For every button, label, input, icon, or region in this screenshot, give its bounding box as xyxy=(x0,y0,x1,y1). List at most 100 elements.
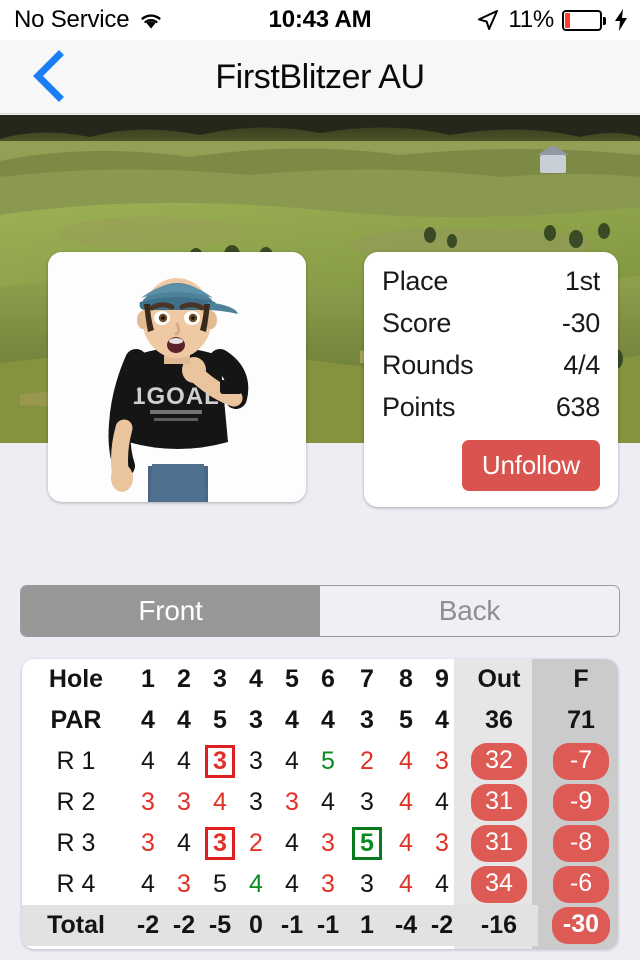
stat-row-place: Place 1st xyxy=(382,266,600,308)
score-cell: 3 xyxy=(310,864,346,905)
score-value: 4 xyxy=(285,747,299,775)
battery-percent-label: 11% xyxy=(508,6,554,33)
table-row-round: R 1 4 4 3 3 4 5 2 4 3 32 -7 xyxy=(22,741,618,782)
par-4: 3 xyxy=(249,706,263,734)
navigation-bar: FirstBlitzer AU xyxy=(0,40,640,114)
total-final-pill: -30 xyxy=(551,907,611,944)
status-bar: No Service 10:43 AM 11% xyxy=(0,0,640,40)
total-label: Total xyxy=(22,905,130,946)
round-label: R 1 xyxy=(56,747,96,775)
score-value: 3 xyxy=(177,788,191,816)
score-cell: 3 xyxy=(424,823,460,864)
par-out: 36 xyxy=(485,706,513,734)
eagle-box: 3 xyxy=(205,826,235,861)
score-cell: 5 xyxy=(202,864,238,905)
score-value: 3 xyxy=(141,788,155,816)
score-value: 4 xyxy=(435,870,449,898)
round-final-cell: -8 xyxy=(538,823,618,864)
par-2: 4 xyxy=(177,706,191,734)
score-cell: 3 xyxy=(238,741,274,782)
round-label: R 2 xyxy=(56,788,96,816)
score-cell: 4 xyxy=(274,741,310,782)
score-value: 4 xyxy=(399,829,413,857)
unfollow-button-wrap: Unfollow xyxy=(382,440,600,491)
stat-value-points: 638 xyxy=(555,392,600,422)
total-6: -1 xyxy=(310,905,346,946)
hole-header-9: 9 xyxy=(435,665,449,693)
score-value: 4 xyxy=(177,747,191,775)
app-screen: No Service 10:43 AM 11% FirstBlitzer AU … xyxy=(0,0,640,960)
hole-header-3: 3 xyxy=(213,665,227,693)
score-cell: 4 xyxy=(166,741,202,782)
score-cell: 5 xyxy=(346,823,388,864)
round-out-cell: 32 xyxy=(460,741,538,782)
score-cell: 3 xyxy=(166,782,202,823)
score-cell: 3 xyxy=(130,782,166,823)
score-cell: 3 xyxy=(238,782,274,823)
score-value: 3 xyxy=(177,870,191,898)
par-3: 5 xyxy=(213,706,227,734)
segment-front[interactable]: Front xyxy=(21,586,320,636)
score-cell: 2 xyxy=(238,823,274,864)
unfollow-button[interactable]: Unfollow xyxy=(461,440,600,491)
segment-back[interactable]: Back xyxy=(320,586,619,636)
location-arrow-icon xyxy=(476,8,500,32)
hole-header-1: 1 xyxy=(141,665,155,693)
round-out-pill: 32 xyxy=(471,743,527,780)
hole-header-5: 5 xyxy=(285,665,299,693)
score-cell: 4 xyxy=(388,782,424,823)
score-value: 5 xyxy=(321,747,335,775)
score-cell: 3 xyxy=(274,782,310,823)
par-6: 4 xyxy=(321,706,335,734)
stat-value-place: 1st xyxy=(564,266,600,296)
total-9: -2 xyxy=(424,905,460,946)
stat-value-score: -30 xyxy=(561,308,600,338)
score-value: 3 xyxy=(360,870,374,898)
score-cell: 4 xyxy=(274,864,310,905)
round-out-pill: 34 xyxy=(471,866,527,903)
stat-row-rounds: Rounds 4/4 xyxy=(382,350,600,392)
hole-header-label: Hole xyxy=(48,665,104,693)
total-5: -1 xyxy=(274,905,310,946)
front-back-segmented-control[interactable]: Front Back xyxy=(20,585,620,637)
par-7: 3 xyxy=(360,706,374,734)
total-2: -2 xyxy=(166,905,202,946)
score-cell: 3 xyxy=(346,782,388,823)
scorecard-table: Hole 1 2 3 4 5 6 7 8 9 Out F PAR 4 4 5 3… xyxy=(22,659,618,946)
score-value: 4 xyxy=(321,788,335,816)
score-cell: 4 xyxy=(130,741,166,782)
stat-value-rounds: 4/4 xyxy=(563,350,600,380)
stat-label-rounds: Rounds xyxy=(382,350,474,380)
avatar-card: 1GOAL xyxy=(48,252,306,502)
score-cell: 3 xyxy=(130,823,166,864)
score-cell: 3 xyxy=(424,741,460,782)
battery-low-icon xyxy=(562,9,606,31)
score-cell: 4 xyxy=(388,741,424,782)
scorecard-table-card: Hole 1 2 3 4 5 6 7 8 9 Out F PAR 4 4 5 3… xyxy=(22,659,618,949)
round-final-cell: -7 xyxy=(538,741,618,782)
score-value: 4 xyxy=(285,870,299,898)
round-final-pill: -8 xyxy=(553,825,609,862)
hole-header-2: 2 xyxy=(177,665,191,693)
table-row-round: R 2 3 3 4 3 3 4 3 4 4 31 -9 xyxy=(22,782,618,823)
score-cell: 4 xyxy=(130,864,166,905)
total-7: 1 xyxy=(346,905,388,946)
score-value: 3 xyxy=(435,829,449,857)
table-row-round: R 4 4 3 5 4 4 3 3 4 4 34 -6 xyxy=(22,864,618,905)
score-value: 4 xyxy=(399,870,413,898)
page-title: FirstBlitzer AU xyxy=(215,57,425,96)
round-final-cell: -9 xyxy=(538,782,618,823)
round-rows-body: R 1 4 4 3 3 4 5 2 4 3 32 -7 R 2 3 3 4 3 3 4 3 4 4 31 -9 R 334324… xyxy=(22,741,618,905)
score-value: 4 xyxy=(399,747,413,775)
stat-row-points: Points 638 xyxy=(382,392,600,434)
score-cell: 3 xyxy=(166,864,202,905)
table-row-par: PAR 4 4 5 3 4 4 3 5 4 36 71 xyxy=(22,700,618,741)
score-value: 3 xyxy=(141,829,155,857)
round-final-cell: -6 xyxy=(538,864,618,905)
clock-label: 10:43 AM xyxy=(268,6,372,33)
total-3: -5 xyxy=(202,905,238,946)
score-value: 3 xyxy=(321,870,335,898)
table-row-hole-header: Hole 1 2 3 4 5 6 7 8 9 Out F xyxy=(22,659,618,700)
score-cell: 4 xyxy=(424,864,460,905)
score-value: 2 xyxy=(249,829,263,857)
